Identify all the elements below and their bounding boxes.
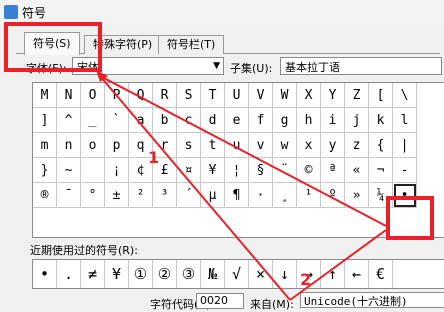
annotation-arrow-2-b [289,229,387,301]
annotation-arrow-1 [99,75,387,227]
annotation-number-2: 2 [300,270,312,289]
annotation-number-1: 1 [148,148,160,167]
annotation-arrow-2-a [99,75,291,301]
tab-symbol[interactable]: 符号(S) [24,32,80,55]
